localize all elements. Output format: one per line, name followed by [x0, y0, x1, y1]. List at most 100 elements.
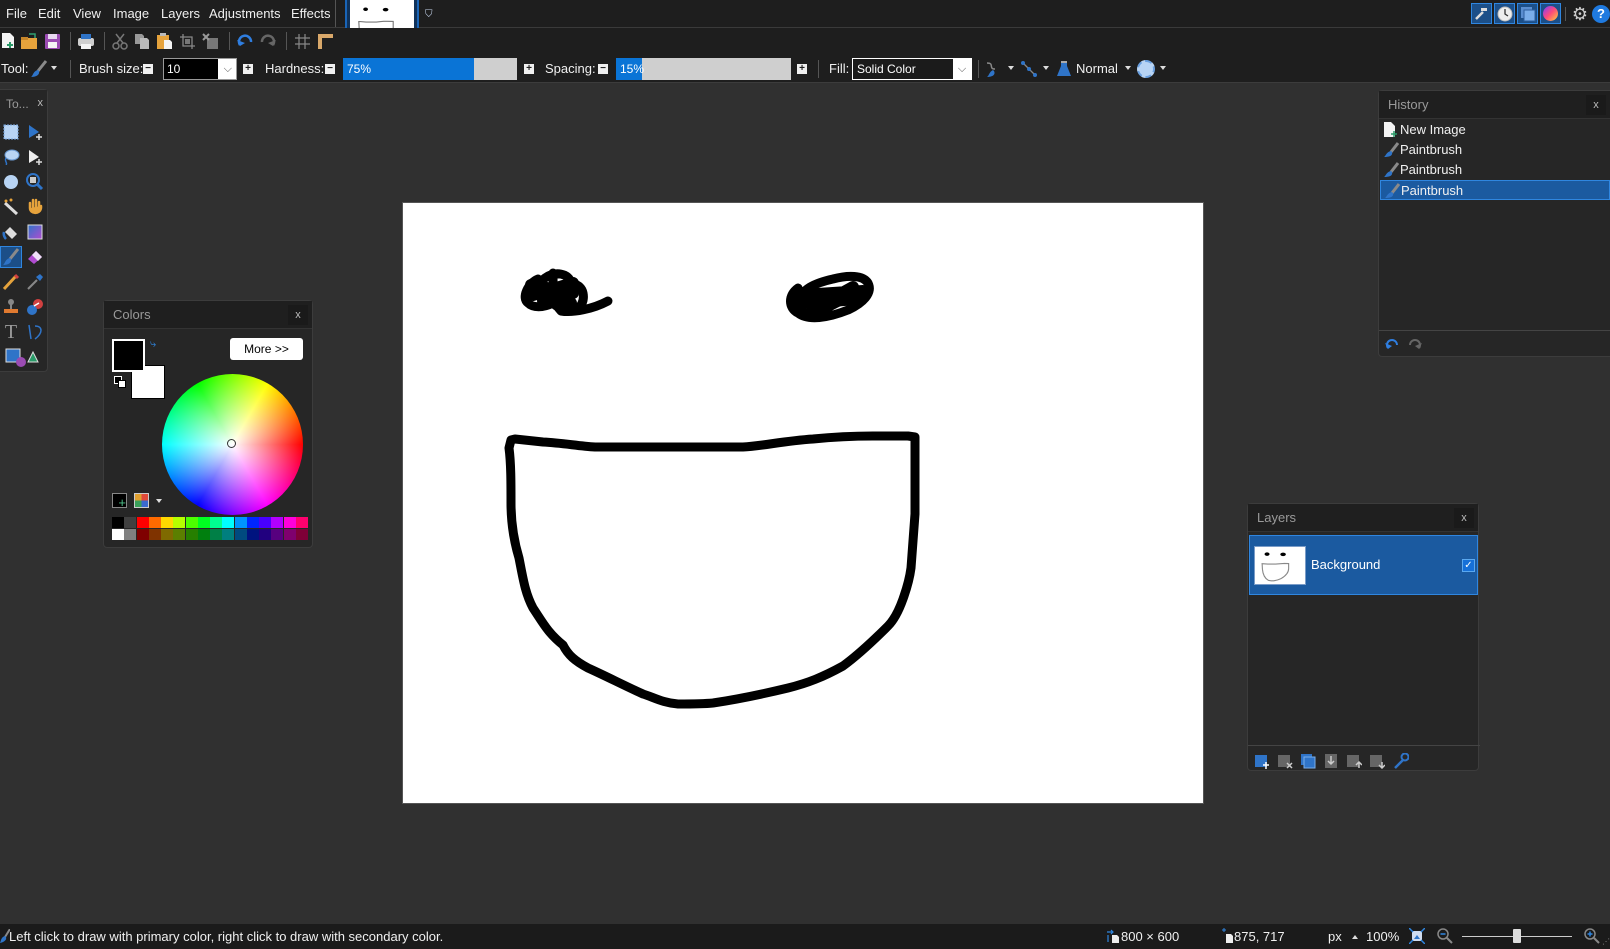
image-list-dropdown-icon[interactable]: ⛉	[425, 9, 437, 21]
duplicate-layer-icon[interactable]	[1300, 753, 1316, 769]
blend-mode-icon[interactable]	[1055, 60, 1073, 78]
layers-window-icon[interactable]	[1517, 3, 1538, 24]
palette-swatch[interactable]	[295, 517, 308, 528]
primary-color-swatch[interactable]	[112, 339, 145, 372]
palette-swatch[interactable]	[112, 517, 124, 528]
palette-swatch[interactable]	[173, 529, 186, 540]
alpha-blending-dropdown-icon[interactable]	[1160, 66, 1166, 70]
palette-swatch[interactable]	[234, 517, 247, 528]
zoom-slider-thumb[interactable]	[1513, 929, 1521, 943]
move-selected-pixels-tool[interactable]	[24, 121, 46, 143]
delete-layer-icon[interactable]	[1277, 753, 1293, 769]
deselect-icon[interactable]	[201, 32, 219, 50]
zoom-to-window-icon[interactable]	[1408, 927, 1426, 945]
help-icon[interactable]: ?	[1592, 5, 1610, 23]
palette-swatch[interactable]	[148, 529, 161, 540]
palette-swatch[interactable]	[210, 529, 222, 540]
rectangle-select-tool[interactable]	[0, 121, 22, 143]
more-colors-button[interactable]: More >>	[230, 338, 303, 360]
shapes-tool[interactable]	[4, 346, 40, 368]
zoom-level[interactable]: 100%	[1366, 924, 1399, 949]
swap-colors-icon[interactable]: ⤷	[150, 338, 162, 350]
menu-edit[interactable]: Edit	[38, 0, 60, 28]
units-dropdown-icon[interactable]	[1352, 935, 1358, 939]
palette-swatch[interactable]	[271, 529, 284, 540]
history-item[interactable]: New Image	[1380, 120, 1610, 140]
print-icon[interactable]	[77, 32, 95, 50]
palette-swatch[interactable]	[136, 517, 149, 528]
brush-size-dropdown-icon[interactable]: ⌵	[224, 59, 232, 79]
palette-swatch[interactable]	[259, 517, 271, 528]
palette-swatch[interactable]	[246, 529, 259, 540]
layer-row-background[interactable]: Background ✓	[1249, 535, 1478, 595]
blend-mode-value[interactable]: Normal	[1076, 55, 1118, 83]
grid-icon[interactable]	[293, 32, 311, 50]
brush-size-increase-button[interactable]: +	[243, 64, 253, 74]
color-picker-tool[interactable]	[24, 271, 46, 293]
palette-menu-icon[interactable]	[134, 493, 149, 508]
undo-icon[interactable]	[236, 32, 254, 50]
palette-swatch[interactable]	[185, 529, 198, 540]
hardness-slider[interactable]: 75%	[343, 58, 517, 80]
save-icon[interactable]	[43, 32, 61, 50]
palette-dropdown-icon[interactable]	[156, 499, 162, 503]
units-selector[interactable]: px	[1328, 924, 1342, 949]
palette-swatch[interactable]	[283, 529, 296, 540]
palette-swatch[interactable]	[295, 529, 308, 540]
palette-swatch[interactable]	[210, 517, 222, 528]
history-undo-icon[interactable]	[1384, 336, 1400, 352]
clone-stamp-tool[interactable]	[0, 296, 22, 318]
paintbrush-tool[interactable]	[0, 246, 22, 268]
palette-swatch[interactable]	[197, 517, 210, 528]
antialiasing-icon[interactable]	[985, 60, 1003, 78]
resize-grip-icon[interactable]: ⋰	[1602, 938, 1610, 946]
palette-swatch[interactable]	[234, 529, 247, 540]
spacing-slider[interactable]: 15%	[616, 58, 791, 80]
palette-swatch[interactable]	[124, 517, 137, 528]
colors-window-icon[interactable]	[1540, 3, 1561, 24]
eraser-tool[interactable]	[24, 246, 46, 268]
color-wheel-cursor[interactable]	[227, 439, 236, 448]
new-image-icon[interactable]	[0, 32, 18, 50]
palette-swatch[interactable]	[136, 529, 149, 540]
spacing-increase-button[interactable]: +	[797, 64, 807, 74]
palette-swatch[interactable]	[246, 517, 259, 528]
alpha-blending-icon[interactable]	[1137, 60, 1155, 78]
paint-bucket-tool[interactable]	[0, 221, 22, 243]
redo-icon[interactable]	[259, 32, 277, 50]
menu-adjustments[interactable]: Adjustments	[209, 0, 281, 28]
ellipse-select-tool[interactable]	[0, 171, 22, 193]
image-canvas[interactable]	[403, 203, 1203, 803]
menu-image[interactable]: Image	[113, 0, 149, 28]
history-item[interactable]: Paintbrush	[1380, 140, 1610, 160]
menu-view[interactable]: View	[73, 0, 101, 28]
palette-swatch[interactable]	[197, 529, 210, 540]
menu-file[interactable]: File	[6, 0, 27, 28]
history-item[interactable]: Paintbrush	[1380, 160, 1610, 180]
menu-effects[interactable]: Effects	[291, 0, 331, 28]
fill-select[interactable]: Solid Color ⌵	[852, 58, 972, 80]
text-tool[interactable]: T	[0, 321, 22, 343]
tools-panel-close-button[interactable]: x	[38, 97, 44, 109]
open-icon[interactable]	[20, 32, 38, 50]
zoom-out-icon[interactable]	[1437, 928, 1453, 944]
menu-layers[interactable]: Layers	[161, 0, 200, 28]
zoom-tool[interactable]	[24, 171, 46, 193]
palette-swatch[interactable]	[161, 517, 173, 528]
layer-properties-icon[interactable]	[1393, 752, 1410, 769]
color-wheel[interactable]	[162, 374, 303, 515]
lasso-select-tool[interactable]	[0, 146, 22, 168]
paste-icon[interactable]	[155, 32, 173, 50]
palette-swatch[interactable]	[259, 529, 271, 540]
settings-icon[interactable]: ⚙	[1570, 4, 1590, 24]
recolor-tool[interactable]	[24, 296, 46, 318]
crop-to-selection-icon[interactable]	[178, 32, 196, 50]
brush-size-value[interactable]: 10	[164, 59, 218, 79]
paintbrush-tool-icon[interactable]	[30, 60, 48, 78]
palette-swatch[interactable]	[222, 529, 235, 540]
pan-tool[interactable]	[24, 196, 46, 218]
pencil-tool[interactable]	[0, 271, 22, 293]
merge-layer-down-icon[interactable]	[1323, 753, 1339, 769]
tool-dropdown-arrow-icon[interactable]	[51, 66, 57, 70]
brush-size-field[interactable]: 10 ⌵	[163, 58, 237, 80]
